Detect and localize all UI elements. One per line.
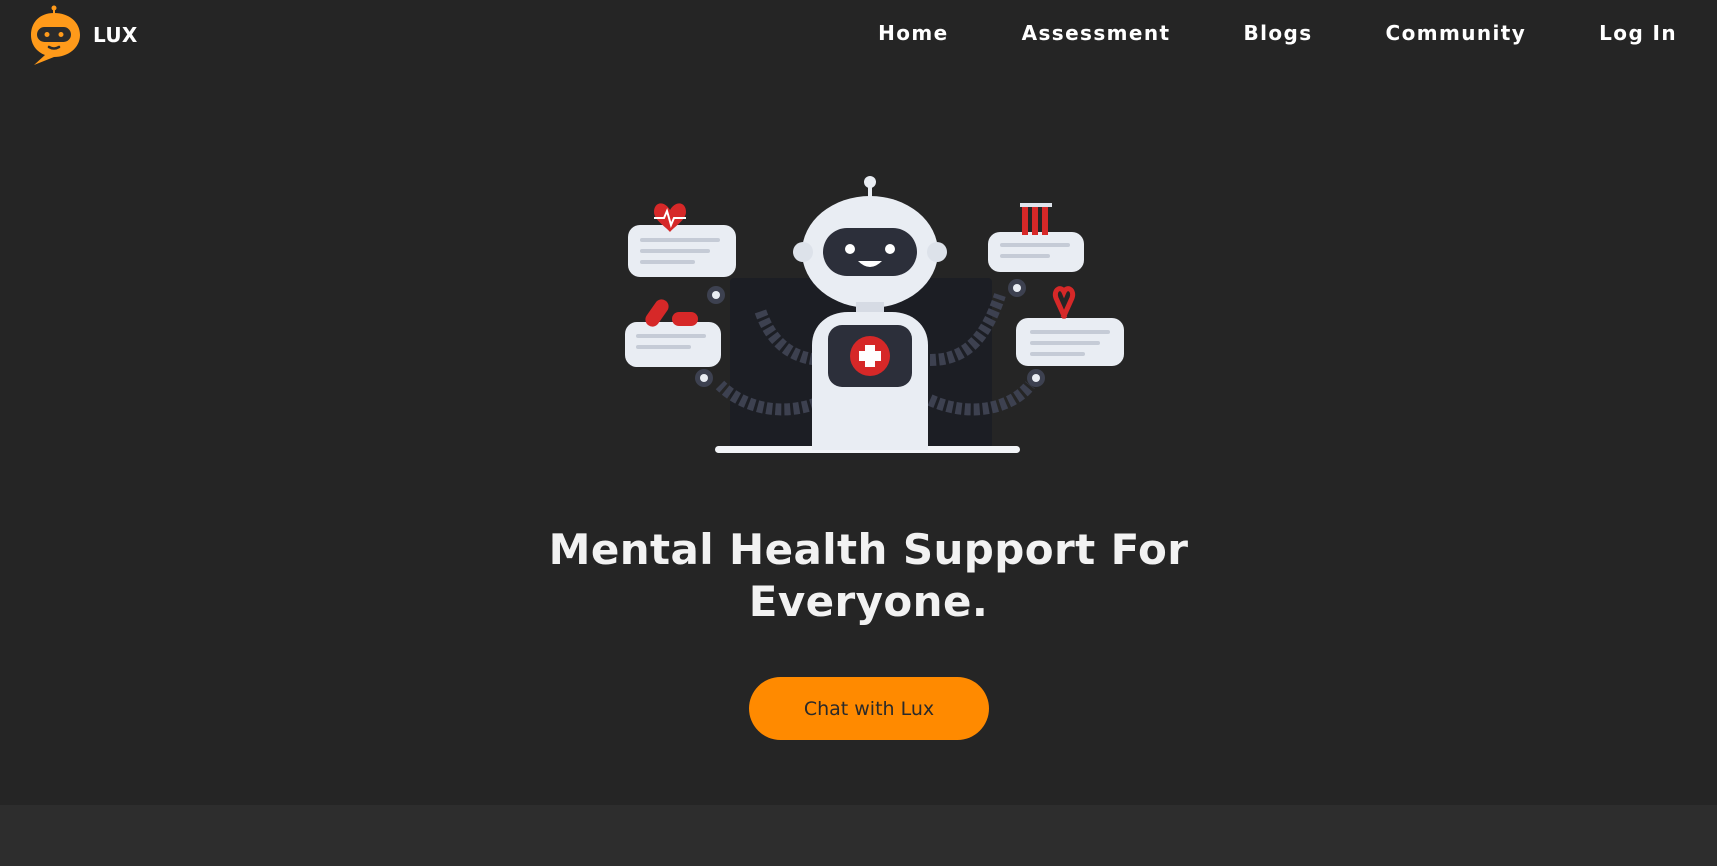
hero-title-line-2: Everyone. (748, 577, 989, 626)
hero-title: Mental Health Support For Everyone. (0, 524, 1717, 628)
nav-blogs[interactable]: Blogs (1243, 21, 1312, 45)
nav-log-in[interactable]: Log In (1599, 21, 1677, 45)
hero-title-line-1: Mental Health Support For (548, 525, 1189, 574)
robot-chat-bubble-icon (28, 5, 84, 65)
nav-home[interactable]: Home (878, 21, 948, 45)
nav-community[interactable]: Community (1386, 21, 1527, 45)
navbar: LUX Home Assessment Blogs Community Log … (0, 0, 1717, 68)
chat-with-lux-button[interactable]: Chat with Lux (749, 677, 989, 740)
medical-robot-icon (620, 170, 1140, 460)
brand-logo-link[interactable]: LUX (28, 5, 138, 65)
brand-name: LUX (93, 23, 138, 47)
footer-band (0, 805, 1717, 866)
main-nav: Home Assessment Blogs Community Log In (878, 14, 1677, 52)
nav-assessment[interactable]: Assessment (1022, 21, 1171, 45)
